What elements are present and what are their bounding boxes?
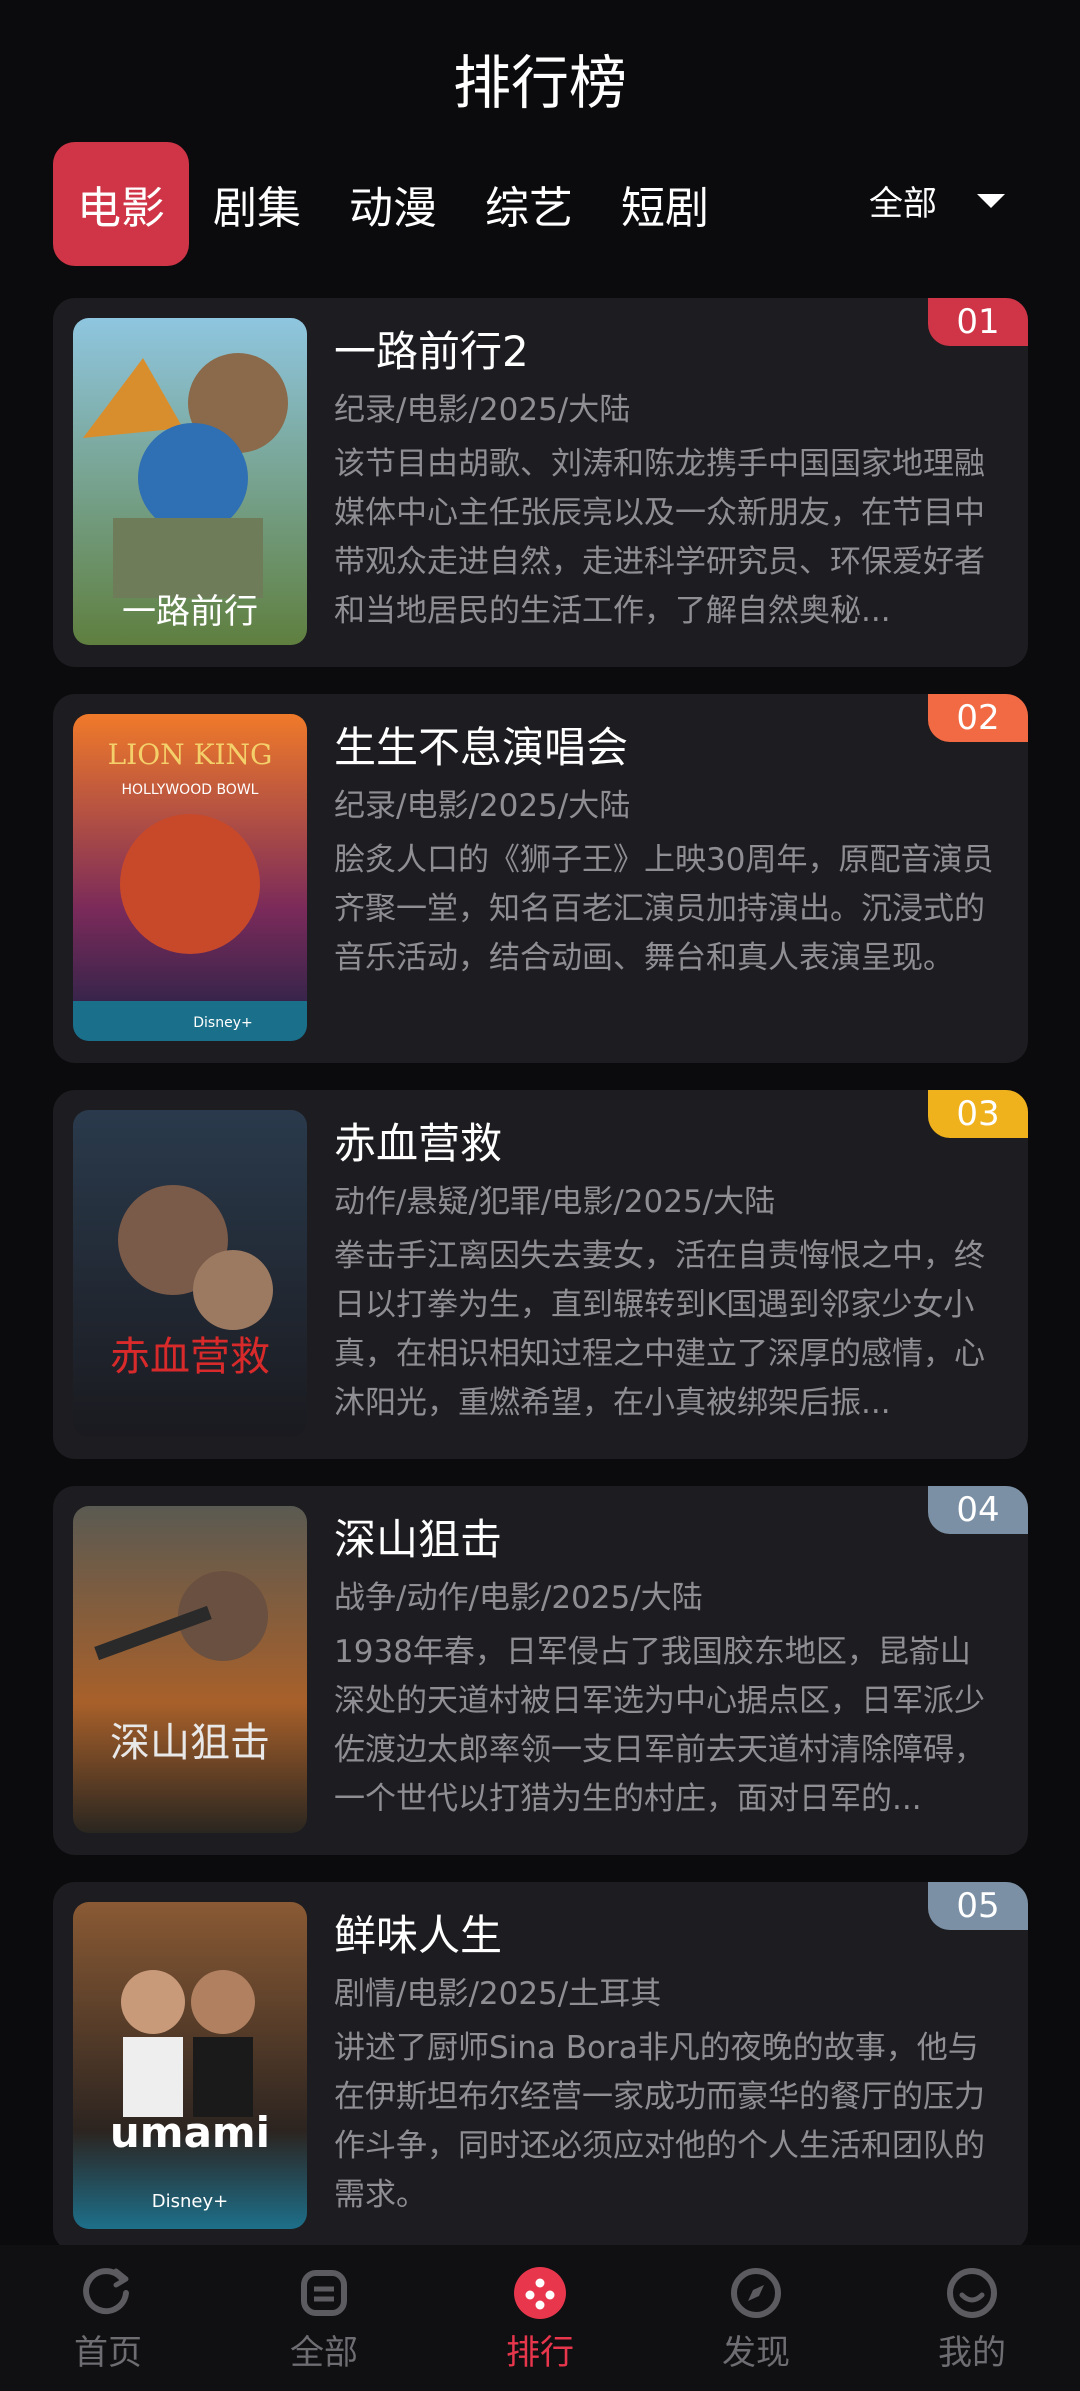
nav-ranking-label: 排行	[506, 2333, 574, 2373]
nav-home-label: 首页	[74, 2333, 142, 2373]
tab-short-drama[interactable]: 短剧	[597, 142, 733, 266]
profile-icon	[947, 2268, 997, 2318]
svg-text:深山狙击: 深山狙击	[110, 1720, 270, 1766]
ranking-card[interactable]: umami Disney+ 05 鲜味人生 剧情/电影/2025/土耳其 讲述了…	[53, 1882, 1028, 2251]
item-description: 讲述了厨师Sina Bora非凡的夜晚的故事，他与在伊斯坦布尔经营一家成功而豪华…	[334, 2030, 985, 2213]
ranking-dice-icon	[514, 2267, 566, 2319]
item-title: 一路前行2	[334, 327, 529, 376]
item-description: 该节目由胡歌、刘涛和陈龙携手中国国家地理融媒体中心主任张辰亮以及一众新朋友，在节…	[334, 446, 985, 629]
poster-image: 赤血营救	[73, 1110, 307, 1437]
nav-all[interactable]: 全部	[216, 2245, 432, 2391]
svg-text:Disney+: Disney+	[152, 2191, 228, 2212]
item-title: 生生不息演唱会	[334, 723, 629, 772]
bottom-navigation: 首页 全部 排行 发现 我的	[0, 2245, 1080, 2391]
item-meta: 纪录/电影/2025/大陆	[334, 788, 631, 824]
nav-profile-label: 我的	[938, 2333, 1006, 2373]
ranking-card[interactable]: 一路前行 01 一路前行2 纪录/电影/2025/大陆 该节目由胡歌、刘涛和陈龙…	[53, 298, 1028, 667]
chevron-down-icon	[977, 193, 1005, 208]
nav-ranking[interactable]: 排行	[432, 2245, 648, 2391]
ranking-card[interactable]: 深山狙击 04 深山狙击 战争/动作/电影/2025/大陆 1938年春，日军侵…	[53, 1486, 1028, 1855]
tab-anime[interactable]: 动漫	[325, 142, 461, 266]
item-meta: 动作/悬疑/犯罪/电影/2025/大陆	[334, 1184, 776, 1220]
filter-label: 全部	[869, 184, 937, 224]
svg-text:赤血营救: 赤血营救	[110, 1334, 270, 1380]
nav-discover[interactable]: 发现	[648, 2245, 864, 2391]
item-meta: 纪录/电影/2025/大陆	[334, 392, 631, 428]
ranking-list: 一路前行 01 一路前行2 纪录/电影/2025/大陆 该节目由胡歌、刘涛和陈龙…	[53, 298, 1028, 2278]
nav-all-label: 全部	[290, 2333, 358, 2373]
poster-image: LION KING HOLLYWOOD BOWL Disney+	[73, 714, 307, 1041]
tab-variety[interactable]: 综艺	[461, 142, 597, 266]
nav-profile[interactable]: 我的	[864, 2245, 1080, 2391]
svg-text:HOLLYWOOD BOWL: HOLLYWOOD BOWL	[122, 782, 259, 798]
home-refresh-icon	[83, 2268, 129, 2315]
item-description: 拳击手江离因失去妻女，活在自责悔恨之中，终日以打拳为生，直到辗转到K国遇到邻家少…	[334, 1238, 985, 1421]
page-title: 排行榜	[452, 49, 627, 117]
item-meta: 剧情/电影/2025/土耳其	[334, 1976, 662, 2012]
poster-image: umami Disney+	[73, 1902, 307, 2229]
item-title: 深山狙击	[334, 1515, 503, 1564]
svg-text:Disney+: Disney+	[193, 1015, 252, 1031]
item-meta: 战争/动作/电影/2025/大陆	[334, 1580, 703, 1616]
nav-discover-label: 发现	[722, 2333, 790, 2373]
grid-box-icon	[301, 2270, 347, 2316]
item-title: 鲜味人生	[334, 1911, 503, 1960]
compass-icon	[731, 2268, 781, 2318]
tab-series[interactable]: 剧集	[189, 142, 325, 266]
poster-image: 深山狙击	[73, 1506, 307, 1833]
item-title: 赤血营救	[334, 1119, 503, 1168]
filter-dropdown[interactable]: 全部	[869, 176, 1005, 225]
ranking-card[interactable]: 赤血营救 03 赤血营救 动作/悬疑/犯罪/电影/2025/大陆 拳击手江离因失…	[53, 1090, 1028, 1459]
item-description: 1938年春，日军侵占了我国胶东地区，昆嵛山深处的天道村被日军选为中心据点区，日…	[334, 1634, 985, 1817]
item-description: 脍炙人口的《狮子王》上映30周年，原配音演员齐聚一堂，知名百老汇演员加持演出。沉…	[334, 842, 994, 976]
svg-text:一路前行: 一路前行	[122, 592, 258, 632]
svg-text:LION KING: LION KING	[108, 738, 273, 771]
category-tabs: 电影 剧集 动漫 综艺 短剧	[53, 142, 733, 266]
tab-movie[interactable]: 电影	[53, 142, 189, 266]
nav-home[interactable]: 首页	[0, 2245, 216, 2391]
poster-image: 一路前行	[73, 318, 307, 645]
ranking-card[interactable]: LION KING HOLLYWOOD BOWL Disney+ 02 生生不息…	[53, 694, 1028, 1063]
svg-text:umami: umami	[110, 2108, 270, 2157]
